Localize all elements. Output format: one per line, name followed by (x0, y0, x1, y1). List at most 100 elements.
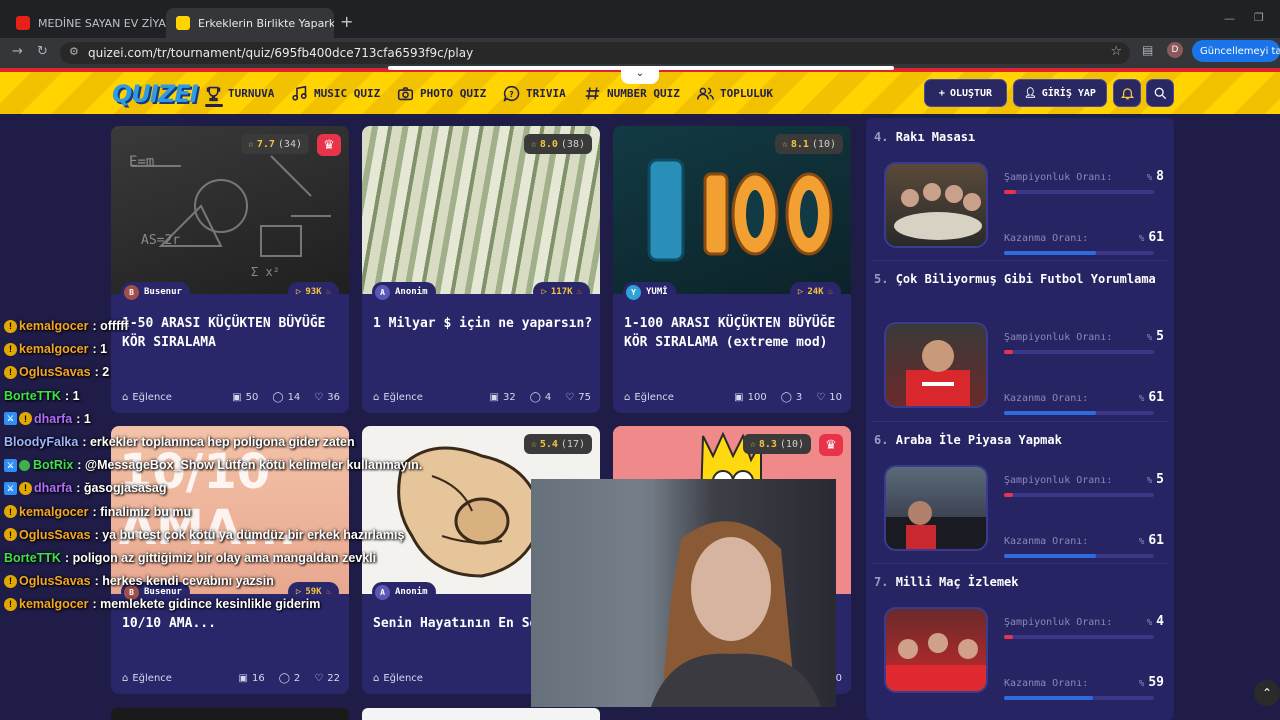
chat-username[interactable]: OglusSavas (19, 365, 91, 379)
championship-stat: Şampiyonluk Oranı:% 5 (1004, 472, 1164, 497)
quiz-card[interactable]: ☆ 8.1 (10) Y YUMİ ▷ 24K ♨ 1-100 ARASI KÜÇÜKTE… (613, 126, 851, 413)
chat-message: ! OglusSavas: 2 (4, 362, 109, 382)
chat-username[interactable]: dharfa (34, 481, 72, 495)
nav-number-quiz[interactable]: NUMBER QUIZ (584, 85, 680, 102)
nav-community[interactable]: TOPLULUK (697, 85, 773, 102)
fire-icon: ♨ (325, 287, 331, 297)
heart-icon: ♡ (816, 392, 826, 403)
plays-badge: ▷ 93K ♨ (287, 282, 339, 302)
browser-tab-active[interactable]: Erkeklerin Birlikte Yaparken En E ✕ (166, 8, 334, 38)
question-count: 100 (747, 392, 767, 403)
site-logo[interactable]: QUIZEI (112, 80, 199, 108)
chat-message: BorteTTK: 1 (4, 386, 80, 406)
chat-text: : herkes kendi cevabını yazsin (94, 574, 274, 589)
author-badge[interactable]: Y YUMİ (623, 282, 676, 302)
create-button-label: OLUŞTUR (949, 87, 993, 99)
login-button[interactable]: 👤︎ GİRİŞ YAP (1013, 79, 1107, 107)
rating-badge: ☆ 8.3 (10) (742, 434, 811, 454)
bookmark-star-icon[interactable]: ☆ (1110, 44, 1122, 59)
gold-badge-icon: ! (4, 342, 17, 356)
card-title[interactable]: 1-100 ARASI KÜÇÜKTEN BÜYÜĞE KÖR SIRALAMA… (624, 314, 844, 352)
nav-active-indicator (205, 104, 223, 107)
ranking-item[interactable]: 7. Milli Maç İzlemek Şampiyonluk Oranı:%… (874, 573, 1164, 700)
maximize-icon[interactable]: ❐ (1254, 11, 1264, 24)
author-name: Busenur (144, 287, 182, 297)
nav-label: MUSIC QUIZ (314, 87, 381, 100)
championship-stat: Şampiyonluk Oranı:% 5 (1004, 329, 1164, 354)
music-icon (292, 85, 307, 101)
nav-trivia[interactable]: ? TRIVIA (503, 85, 566, 102)
card-title[interactable]: 10/10 AMA... (122, 614, 342, 633)
chat-username[interactable]: BorteTTK (4, 551, 61, 565)
browser-tab[interactable]: MEDİNE SAYAN EV ZİYARETİ - Y ✕ (6, 8, 166, 38)
author-avatar: A (375, 284, 390, 300)
site-info-icon[interactable]: ⚙ (69, 45, 79, 58)
author-badge[interactable]: A Anonim (372, 282, 436, 302)
rank-title-text: Çok Biliyormuş Gibi Futbol Yorumlama (895, 272, 1156, 286)
url-text: quizei.com/tr/tournament/quiz/695fb400dc… (88, 46, 474, 60)
chat-username[interactable]: BorteTTK (4, 389, 61, 403)
bar-fill (1004, 251, 1096, 255)
chat-username[interactable]: dharfa (34, 412, 72, 426)
chat-message: ⚔! dharfa: 1 (4, 409, 91, 429)
moderator-badge-icon: ⚔ (4, 481, 17, 495)
user-icon: 👤︎ (1024, 87, 1037, 99)
forward-icon[interactable]: → (12, 44, 23, 59)
plus-icon: + (938, 87, 945, 99)
rank-title-text: Rakı Masası (895, 130, 976, 144)
heart-icon: ♡ (314, 673, 324, 684)
fire-icon: ♨ (576, 287, 582, 297)
chat-username[interactable]: kemalgocer (19, 342, 88, 356)
like-count: 75 (578, 392, 591, 403)
nav-tournament[interactable]: TURNUVA (205, 85, 274, 102)
minimize-icon[interactable]: — (1224, 12, 1235, 25)
author-badge[interactable]: B Busenur (121, 282, 190, 302)
profile-avatar[interactable]: D (1167, 42, 1183, 58)
chat-username[interactable]: kemalgocer (19, 597, 88, 611)
notifications-button[interactable] (1113, 79, 1141, 107)
nav-music-quiz[interactable]: MUSIC QUIZ (291, 85, 380, 102)
chat-username[interactable]: kemalgocer (19, 319, 88, 333)
nav-photo-quiz[interactable]: PHOTO QUIZ (397, 85, 486, 102)
questions-icon: ▣ (238, 673, 248, 684)
comment-icon: ◯ (780, 392, 792, 403)
quiz-card-partial[interactable] (362, 708, 600, 720)
play-icon: ▷ (541, 287, 547, 297)
create-button[interactable]: + OLUŞTUR (924, 79, 1007, 107)
quiz-card-partial[interactable] (111, 708, 349, 720)
stat-label: Şampiyonluk Oranı: (1004, 617, 1113, 628)
nav-label: PHOTO QUIZ (420, 87, 487, 100)
rating-value: 8.0 (539, 138, 558, 150)
comment-count: 2 (293, 673, 301, 684)
address-bar[interactable]: ⚙ quizei.com/tr/tournament/quiz/695fb400… (60, 42, 1130, 64)
chat-username[interactable]: OglusSavas (19, 574, 91, 588)
reload-icon[interactable]: ↻ (37, 44, 48, 59)
update-button[interactable]: Güncellemeyi tamamla (1192, 40, 1280, 62)
bar-fill (1004, 635, 1013, 639)
chevron-down-icon[interactable]: ⌄ (621, 68, 659, 84)
rating-value: 8.1 (790, 138, 809, 150)
bell-icon (1120, 87, 1134, 99)
moderator-badge-icon: ⚔ (4, 412, 17, 426)
search-button[interactable] (1146, 79, 1174, 107)
chat-username[interactable]: BotRix (33, 458, 73, 472)
ranking-image (884, 322, 988, 408)
championship-bar (1004, 635, 1154, 639)
chat-username[interactable]: OglusSavas (19, 528, 91, 542)
new-tab-button[interactable]: + (340, 12, 353, 31)
ranking-item[interactable]: 6. Araba İle Piyasa Yapmak Şampiyonluk O… (874, 431, 1164, 558)
rating-count: (10) (779, 438, 804, 450)
divider (872, 421, 1168, 422)
ranking-item[interactable]: 4. Rakı Masası Şampiyonluk Oranı:% 8 Kaza… (874, 128, 1164, 255)
author-name: YUMİ (646, 287, 668, 297)
ranking-item[interactable]: 5. Çok Biliyormuş Gibi Futbol Yorumlama … (874, 270, 1164, 415)
ranking-image (884, 607, 988, 693)
ranking-title: 6. Araba İle Piyasa Yapmak (874, 431, 1164, 450)
scroll-to-top-button[interactable]: ⌃ (1254, 680, 1280, 706)
chat-username[interactable]: BloodyFalka (4, 435, 78, 449)
cast-icon[interactable]: ▤ (1142, 43, 1153, 57)
chat-text: : 1 (64, 388, 80, 403)
championship-stat: Şampiyonluk Oranı:% 4 (1004, 614, 1164, 639)
chat-username[interactable]: kemalgocer (19, 505, 88, 519)
verified-badge-icon (19, 459, 30, 471)
